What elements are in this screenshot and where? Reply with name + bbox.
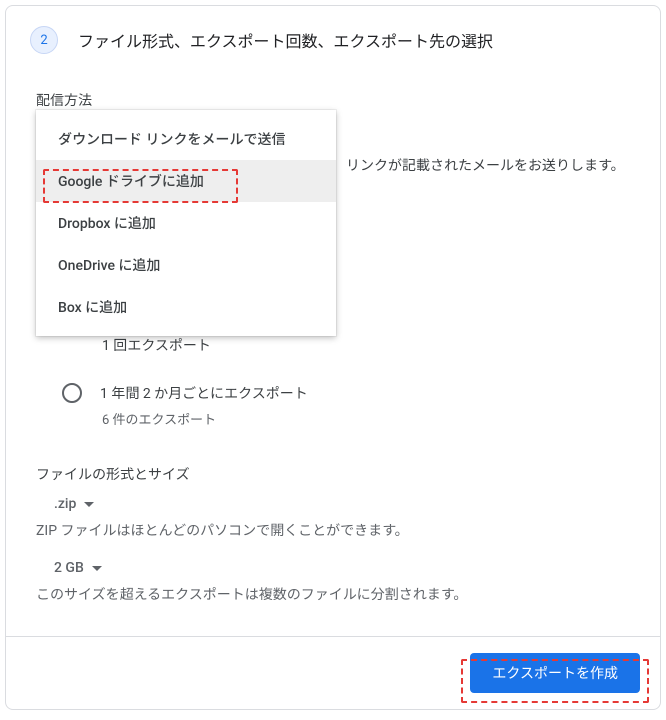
dropdown-item-box[interactable]: Box に追加 (36, 286, 336, 328)
delivery-hint-text: リンクが記載されたメールをお送りします。 (346, 155, 625, 175)
file-size-value: 2 GB (54, 560, 84, 576)
frequency-periodic-sub: 6 件のエクスポート (102, 409, 630, 428)
frequency-periodic-label: 1 年間 2 か月ごとにエクスポート (100, 383, 308, 403)
file-format-value: .zip (54, 496, 76, 512)
export-settings-card: 2 ファイル形式、エクスポート回数、エクスポート先の選択 配信方法 リンクが記載… (5, 5, 661, 710)
step-header: 2 ファイル形式、エクスポート回数、エクスポート先の選択 (6, 6, 660, 70)
file-size-select[interactable]: 2 GB (54, 560, 630, 576)
delivery-method-label: 配信方法 (36, 90, 630, 110)
export-once-sub: 1 回エクスポート (102, 335, 630, 355)
dropdown-item-google-drive[interactable]: Google ドライブに追加 (36, 160, 336, 202)
file-format-section-label: ファイルの形式とサイズ (36, 464, 630, 484)
dropdown-item-email[interactable]: ダウンロード リンクをメールで送信 (36, 118, 336, 160)
step-number-badge: 2 (30, 26, 58, 54)
frequency-section: 1 回エクスポート 1 年間 2 か月ごとにエクスポート 6 件のエクスポート (36, 335, 630, 428)
file-format-select[interactable]: .zip (54, 496, 630, 512)
file-format-help: ZIP ファイルはほとんどのパソコンで開くことができます。 (36, 520, 630, 540)
footer-bar: エクスポートを作成 (6, 636, 660, 709)
delivery-method-dropdown: ダウンロード リンクをメールで送信 Google ドライブに追加 Dropbox… (36, 110, 336, 336)
step-number: 2 (40, 33, 47, 48)
dropdown-item-dropbox[interactable]: Dropbox に追加 (36, 202, 336, 244)
caret-down-icon (84, 502, 94, 507)
step-title: ファイル形式、エクスポート回数、エクスポート先の選択 (78, 28, 493, 52)
caret-down-icon (92, 566, 102, 571)
create-export-button[interactable]: エクスポートを作成 (470, 653, 640, 693)
content-area: 配信方法 リンクが記載されたメールをお送りします。 ダウンロード リンクをメール… (6, 70, 660, 636)
dropdown-item-onedrive[interactable]: OneDrive に追加 (36, 244, 336, 286)
frequency-periodic-option[interactable]: 1 年間 2 か月ごとにエクスポート (62, 383, 630, 403)
file-size-help: このサイズを超えるエクスポートは複数のファイルに分割されます。 (36, 584, 630, 604)
radio-unchecked-icon (62, 383, 82, 403)
